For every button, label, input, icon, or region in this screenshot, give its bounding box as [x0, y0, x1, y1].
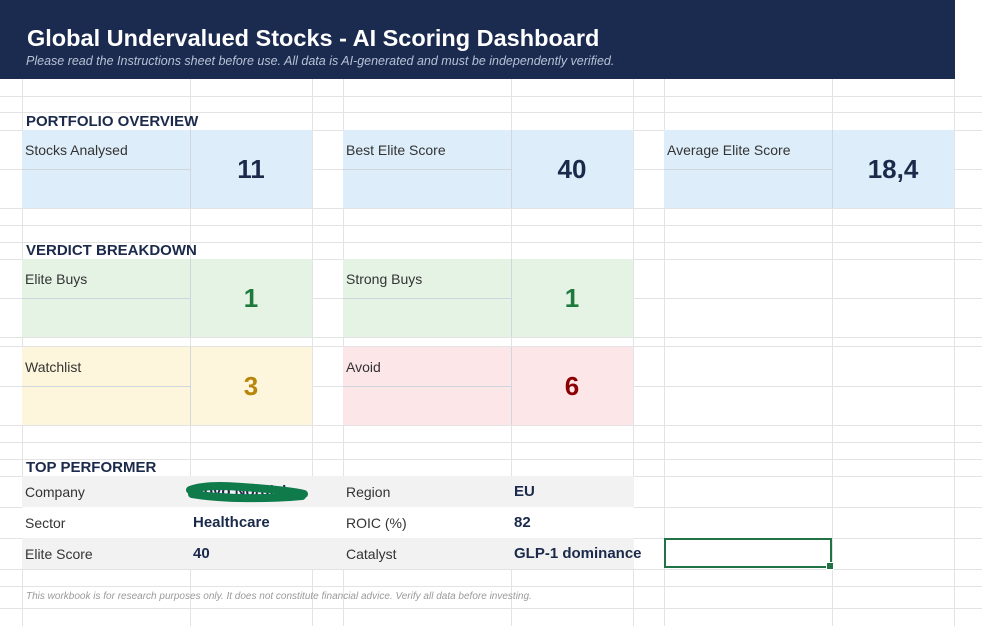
- top-performer-heading[interactable]: TOP PERFORMER: [26, 459, 156, 476]
- watchlist-card[interactable]: Watchlist 3: [22, 347, 312, 425]
- elite-buys-label: Elite Buys: [25, 271, 88, 287]
- catalyst-value[interactable]: GLP-1 dominance: [514, 538, 674, 569]
- region-key[interactable]: Region: [343, 476, 511, 507]
- best-elite-score-label: Best Elite Score: [346, 142, 446, 158]
- sector-value[interactable]: Healthcare: [193, 507, 311, 538]
- watchlist-value: 3: [243, 370, 259, 401]
- elite-buys-value: 1: [243, 282, 259, 313]
- average-elite-score-label: Average Elite Score: [667, 142, 791, 158]
- portfolio-overview-heading[interactable]: PORTFOLIO OVERVIEW: [26, 113, 198, 130]
- stocks-analysed-card[interactable]: Stocks Analysed 11: [22, 130, 312, 208]
- best-elite-score-card[interactable]: Best Elite Score 40: [343, 130, 633, 208]
- header-banner[interactable]: Global Undervalued Stocks - AI Scoring D…: [0, 0, 955, 79]
- dashboard-subtitle: Please read the Instructions sheet befor…: [26, 54, 615, 68]
- elite-score-value[interactable]: 40: [193, 538, 311, 569]
- average-elite-score-value: 18,4: [867, 153, 919, 184]
- fill-handle[interactable]: [826, 562, 834, 570]
- average-elite-score-card[interactable]: Average Elite Score 18,4: [664, 130, 954, 208]
- elite-score-key[interactable]: Elite Score: [22, 538, 190, 569]
- redaction-scribble: [186, 482, 308, 503]
- elite-buys-card[interactable]: Elite Buys 1: [22, 259, 312, 337]
- stocks-analysed-label: Stocks Analysed: [25, 142, 128, 158]
- roic-value[interactable]: 82: [514, 507, 632, 538]
- region-value[interactable]: EU: [514, 476, 632, 507]
- dashboard-title: Global Undervalued Stocks - AI Scoring D…: [27, 25, 600, 51]
- sector-key[interactable]: Sector: [22, 507, 190, 538]
- roic-key[interactable]: ROIC (%): [343, 507, 511, 538]
- avoid-label: Avoid: [346, 359, 381, 375]
- strong-buys-card[interactable]: Strong Buys 1: [343, 259, 633, 337]
- table-row: Company Novo Nordisk Region EU: [22, 476, 634, 507]
- strong-buys-value: 1: [564, 282, 580, 313]
- table-row: Sector Healthcare ROIC (%) 82: [22, 507, 634, 538]
- avoid-value: 6: [564, 370, 580, 401]
- verdict-breakdown-heading[interactable]: VERDICT BREAKDOWN: [26, 242, 197, 259]
- disclaimer-footer: This workbook is for research purposes o…: [26, 591, 532, 602]
- avoid-card[interactable]: Avoid 6: [343, 347, 633, 425]
- strong-buys-label: Strong Buys: [346, 271, 423, 287]
- table-row: Elite Score 40 Catalyst GLP-1 dominance: [22, 538, 642, 569]
- watchlist-label: Watchlist: [25, 359, 82, 375]
- catalyst-key[interactable]: Catalyst: [343, 538, 511, 569]
- selected-cell[interactable]: [664, 538, 834, 570]
- top-performer-table: Company Novo Nordisk Region EU Sector He…: [22, 476, 642, 569]
- stocks-analysed-value: 11: [237, 153, 265, 184]
- best-elite-score-value: 40: [557, 153, 587, 184]
- company-key[interactable]: Company: [22, 476, 190, 507]
